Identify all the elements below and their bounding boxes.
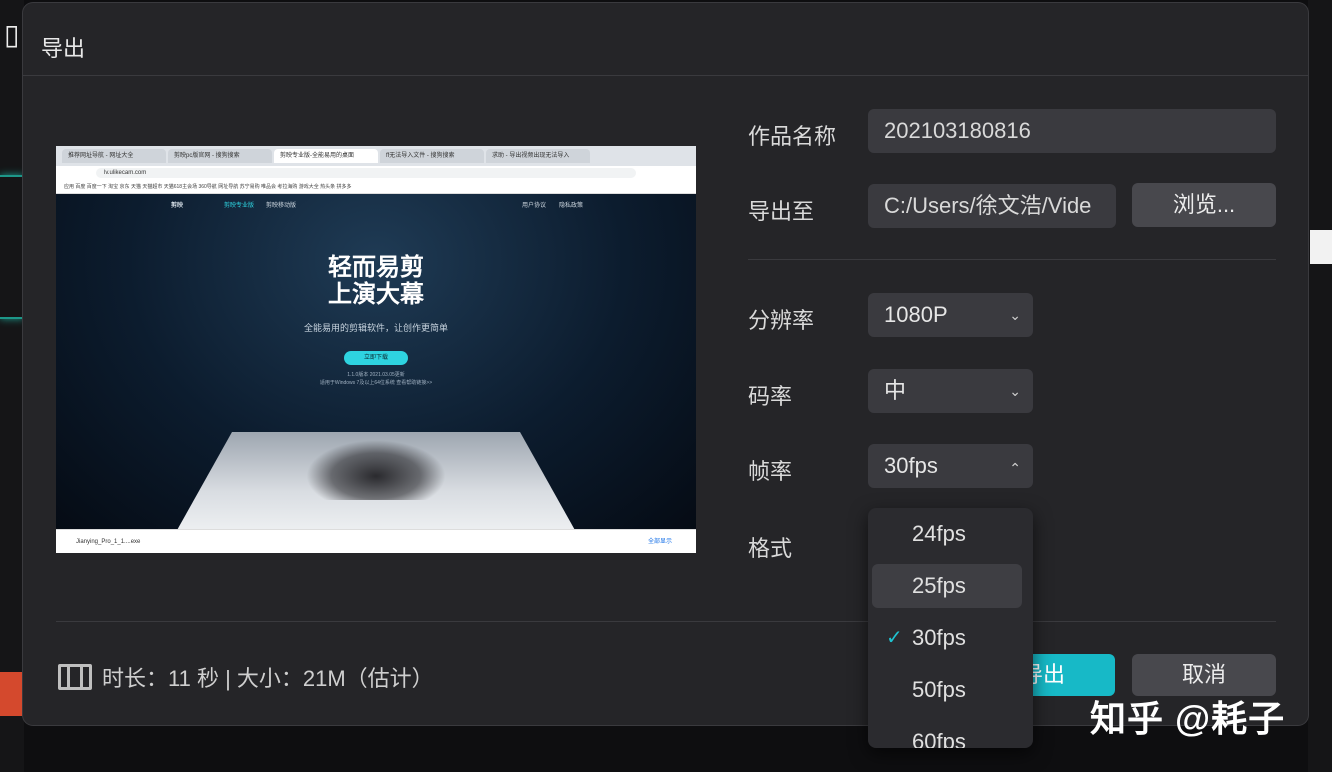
preview-download-bar: Jianying_Pro_1_1....exe 全部显示: [56, 529, 696, 553]
film-icon: [58, 664, 92, 690]
bitrate-label: 码率: [748, 384, 793, 409]
background-white-panel: [1310, 230, 1332, 264]
form-divider: [748, 259, 1276, 260]
bitrate-select[interactable]: 中 ⌄: [868, 369, 1033, 413]
preview-address-bar: lv.ulikecam.com: [56, 166, 696, 180]
framerate-value: 30fps: [884, 453, 938, 478]
framerate-option[interactable]: ✓ 30fps: [872, 616, 1022, 660]
preview-site-nav: 剪映 剪映专业版 剪映移动版 用户协议 隐私政策: [56, 194, 696, 214]
chevron-down-icon: ⌄: [1009, 307, 1021, 323]
preview-compat: 适用于Windows 7及以上64位系统 查看帮助链接>>: [319, 380, 433, 386]
watermark: 知乎 @耗子: [1090, 698, 1286, 739]
export-info: 时长：11 秒 | 大小：21M（估计）: [58, 661, 434, 693]
chevron-down-icon: ⌄: [1009, 383, 1021, 399]
resolution-label: 分辨率: [748, 308, 815, 333]
background-left-strip: ▯: [0, 0, 24, 772]
chevron-up-icon: ⌃: [1009, 460, 1021, 476]
option-label: 60fps: [912, 729, 966, 748]
check-icon: ✓: [886, 627, 903, 649]
framerate-option[interactable]: 25fps: [872, 564, 1022, 608]
background-right-strip: [1308, 0, 1332, 772]
preview-download-action: 全部显示: [648, 539, 673, 545]
title-divider: [23, 75, 1308, 76]
preview-website: 剪映 剪映专业版 剪映移动版 用户协议 隐私政策 轻而易剪 上演大幕 全能易用的…: [56, 194, 696, 532]
preview-tab: 推荐网址导航 - 网址大全: [62, 149, 166, 163]
preview-nav-link: 剪映专业版: [224, 203, 255, 209]
export-dialog: 导出 推荐网址导航 - 网址大全 剪映pc版官网 - 搜狗搜索 剪映专业版-全能…: [23, 3, 1308, 725]
preview-version: 1.1.0版本 2021.03.05更新: [347, 372, 405, 378]
name-input[interactable]: 202103180816: [868, 109, 1276, 153]
background-neon-graphic: [0, 175, 24, 319]
preview-tab: 剪映pc版官网 - 搜狗搜索: [168, 149, 272, 163]
dialog-title: 导出: [41, 36, 86, 61]
background-orange-clip: [0, 672, 22, 716]
preview-bookmarks: 应用 百度 百度一下 淘宝 京东 天猫 天猫超市 天猫618主会场 360导航 …: [56, 180, 696, 194]
preview-tab: ff无法导入文件 - 搜狗搜索: [380, 149, 484, 163]
preview-headline: 上演大幕: [328, 281, 424, 308]
name-label: 作品名称: [748, 124, 837, 149]
preview-download-button: 立即下载: [344, 351, 408, 365]
app-logo-glyph: ▯: [4, 19, 20, 50]
format-label: 格式: [748, 536, 793, 561]
framerate-option[interactable]: 24fps: [872, 512, 1022, 556]
preview-browser-tabs: 推荐网址导航 - 网址大全 剪映pc版官网 - 搜狗搜索 剪映专业版-全能易用的…: [56, 146, 696, 166]
preview-site-logo: 剪映: [171, 203, 184, 209]
option-label: 50fps: [912, 677, 966, 702]
framerate-label: 帧率: [748, 459, 793, 484]
preview-nav-right: 用户协议: [522, 203, 547, 209]
option-label: 24fps: [912, 521, 966, 546]
resolution-select[interactable]: 1080P ⌄: [868, 293, 1033, 337]
framerate-option[interactable]: 50fps: [872, 668, 1022, 712]
preview-headline: 轻而易剪: [328, 254, 424, 281]
preview-nav-right: 隐私政策: [559, 203, 584, 209]
framerate-option[interactable]: 60fps: [872, 720, 1022, 748]
preview-tab: 求助 - 导出视频出现无法导入: [486, 149, 590, 163]
bitrate-value: 中: [884, 378, 907, 403]
browse-button[interactable]: 浏览...: [1132, 183, 1276, 227]
footer-divider: [56, 621, 1276, 622]
preview-subheadline: 全能易用的剪辑软件，让创作更简单: [303, 323, 448, 333]
video-preview: 推荐网址导航 - 网址大全 剪映pc版官网 - 搜狗搜索 剪映专业版-全能易用的…: [56, 146, 696, 553]
export-path-input[interactable]: C:/Users/徐文浩/Vide: [868, 184, 1116, 228]
export-to-label: 导出至: [748, 199, 815, 224]
preview-download-file: Jianying_Pro_1_1....exe: [76, 539, 141, 545]
preview-hand-graphic: [306, 440, 446, 500]
framerate-select[interactable]: 30fps ⌃: [868, 444, 1033, 488]
preview-tab: 剪映专业版-全能易用的桌面: [274, 149, 378, 163]
duration-size-text: 时长：11 秒 | 大小：21M（估计）: [102, 666, 434, 691]
option-label: 25fps: [912, 573, 966, 598]
option-label: 30fps: [912, 625, 966, 650]
resolution-value: 1080P: [884, 302, 948, 327]
preview-url: lv.ulikecam.com: [96, 168, 636, 178]
framerate-dropdown: 24fps 25fps ✓ 30fps 50fps 60fps: [868, 508, 1033, 748]
preview-nav-link: 剪映移动版: [266, 203, 297, 209]
